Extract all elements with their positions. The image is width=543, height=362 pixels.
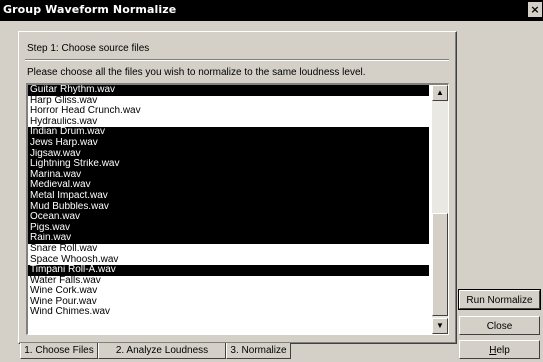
list-item[interactable]: Medieval.wav <box>28 180 429 191</box>
list-item[interactable]: Lightning Strike.wav <box>28 159 429 170</box>
list-item[interactable]: Wine Cork.wav <box>28 286 429 297</box>
title-bar[interactable]: Group Waveform Normalize × <box>0 0 543 21</box>
list-item[interactable]: Ocean.wav <box>28 212 429 223</box>
close-icon[interactable]: × <box>528 2 542 17</box>
list-item[interactable]: Space Whoosh.wav <box>28 255 429 266</box>
scroll-down-button[interactable]: ▼ <box>432 318 448 334</box>
list-item[interactable]: Harp Gliss.wav <box>28 96 429 107</box>
help-button[interactable]: Help <box>459 340 540 359</box>
help-label: Help <box>489 345 510 356</box>
step-label: Step 1: Choose source files <box>27 43 150 54</box>
window-title: Group Waveform Normalize <box>3 3 177 16</box>
run-normalize-button[interactable]: Run Normalize <box>458 289 541 310</box>
list-item[interactable]: Pigs.wav <box>28 222 429 234</box>
list-item[interactable]: Snare Roll.wav <box>28 244 429 255</box>
list-item[interactable]: Rain.wav <box>28 233 429 244</box>
run-normalize-label: Run Normalize <box>466 295 533 306</box>
close-button[interactable]: Close <box>459 316 540 335</box>
arrow-down-icon: ▼ <box>436 321 444 330</box>
arrow-up-icon: ▲ <box>436 88 444 97</box>
tab-label: 3. Normalize <box>230 345 287 356</box>
scroll-up-button[interactable]: ▲ <box>432 85 448 101</box>
list-item[interactable]: Metal Impact.wav <box>28 190 429 202</box>
list-item[interactable]: Marina.wav <box>28 169 429 181</box>
list-item[interactable]: Wind Chimes.wav <box>28 307 429 318</box>
list-item[interactable]: Jews Harp.wav <box>28 137 429 149</box>
list-item[interactable]: Timpani Roll-A.wav <box>28 265 429 276</box>
file-listbox[interactable]: Guitar Rhythm.wav Harp Gliss.wav Horror He… <box>26 83 449 335</box>
tab-analyze-loudness[interactable]: 2. Analyze Loudness <box>98 343 226 359</box>
tab-label: 1. Choose Files <box>24 345 94 356</box>
close-label: Close <box>486 321 513 332</box>
list-item[interactable]: Horror Head Crunch.wav <box>28 106 429 117</box>
instruction-text: Please choose all the files you wish to … <box>27 67 366 78</box>
list-item[interactable]: Jigsaw.wav <box>28 148 429 160</box>
tab-normalize[interactable]: 3. Normalize <box>226 343 291 359</box>
file-list: Guitar Rhythm.wav Harp Gliss.wav Horror He… <box>28 85 429 318</box>
tab-choose-files[interactable]: 1. Choose Files <box>20 343 98 359</box>
list-item[interactable]: Hydraulics.wav <box>28 117 429 128</box>
list-item[interactable]: Indian Drum.wav <box>28 127 429 138</box>
list-item[interactable]: Wine Pour.wav <box>28 297 429 308</box>
list-item[interactable]: Water Falls.wav <box>28 276 429 287</box>
tab-label: 2. Analyze Loudness <box>115 345 209 356</box>
list-item[interactable]: Guitar Rhythm.wav <box>28 85 429 96</box>
scroll-thumb[interactable] <box>432 213 448 316</box>
vertical-scrollbar[interactable]: ▲ ▼ <box>432 85 448 334</box>
step-panel: Step 1: Choose source files Please choos… <box>18 31 457 344</box>
list-item[interactable]: Mud Bubbles.wav <box>28 201 429 213</box>
separator <box>25 59 449 61</box>
